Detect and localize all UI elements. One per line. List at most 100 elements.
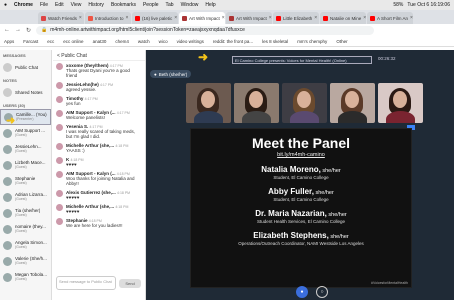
bookmark-item[interactable]: wico bbox=[159, 39, 168, 44]
close-tab-icon[interactable]: × bbox=[363, 15, 366, 21]
battery-status[interactable]: 58% bbox=[393, 2, 403, 8]
message-body: Yesenia S. 4:17 PM I was really scared of… bbox=[66, 124, 142, 139]
webcam-tile[interactable] bbox=[378, 83, 423, 123]
close-tab-icon[interactable]: × bbox=[79, 15, 82, 21]
panelist-name: Dr. Maria Nazarian, she/her bbox=[255, 209, 347, 218]
browser-tab-active[interactable]: Art With Impact × bbox=[179, 12, 225, 24]
user-badge[interactable]: ● Beth (she/her) bbox=[150, 70, 192, 78]
message-time: 4:17 PM bbox=[116, 111, 130, 115]
webcam-tile[interactable] bbox=[186, 83, 231, 123]
user-list-item[interactable]: Stephanie (Guest) bbox=[0, 173, 51, 189]
menu-people[interactable]: People bbox=[143, 2, 159, 8]
person-body bbox=[386, 111, 415, 123]
clock[interactable]: Tue Oct 6 16:19:06 bbox=[407, 2, 450, 8]
user-list-item[interactable]: Megan Tobola... (Guest) bbox=[0, 269, 51, 285]
slide-link[interactable]: bit.ly/m4mh-camino bbox=[191, 152, 411, 158]
user-list-item[interactable]: AIM Support ... (Guest) bbox=[0, 125, 51, 141]
person-body bbox=[242, 111, 271, 123]
close-tab-icon[interactable]: × bbox=[269, 15, 272, 21]
browser-tab[interactable]: Natalie on Mine × bbox=[320, 12, 366, 24]
favicon-icon bbox=[182, 15, 187, 21]
user-list-item[interactable]: Angela Simon... (Guest) bbox=[0, 237, 51, 253]
user-role: (Guest) bbox=[15, 229, 27, 233]
bookmark-item[interactable]: mm's chemphy bbox=[297, 39, 327, 44]
back-icon[interactable]: ← bbox=[4, 27, 10, 33]
presentation-area: ● Beth (she/her) El Camino College presen… bbox=[146, 50, 454, 300]
browser-tab[interactable]: Little Elizabeth × bbox=[273, 12, 319, 24]
browser-tab[interactable]: A Short Film An × bbox=[367, 12, 413, 24]
forward-icon[interactable]: → bbox=[15, 27, 21, 33]
browser-tab[interactable]: Watch Friends × bbox=[38, 12, 84, 24]
webcam-tile[interactable] bbox=[234, 83, 279, 123]
bookmark-item[interactable]: Farcast bbox=[23, 39, 38, 44]
bookmark-item[interactable]: anat30 bbox=[93, 39, 107, 44]
message-time: 4:18 PM bbox=[115, 144, 129, 148]
shared-notes-item[interactable]: Shared Notes bbox=[0, 84, 51, 100]
chat-message: Michelle Arthur (she,... 4:18 PM YAASS :) bbox=[53, 141, 145, 155]
lock-icon: 🔒 bbox=[41, 27, 48, 33]
user-list-item[interactable]: Adrian Lizarra... (Guest) bbox=[0, 189, 51, 205]
browser-tab[interactable]: Art With Impact × bbox=[226, 12, 272, 24]
bookmark-item[interactable]: reddit: the front pa... bbox=[213, 39, 253, 44]
bookmark-item[interactable]: les 8 skeletal bbox=[262, 39, 288, 44]
close-tab-icon[interactable]: × bbox=[222, 15, 225, 21]
panelist-role: Student, El Camino College bbox=[273, 175, 329, 180]
menu-bookmarks[interactable]: Bookmarks bbox=[111, 2, 136, 8]
user-list-item[interactable]: Lizbeth Mace... (Guest) bbox=[0, 157, 51, 173]
chat-input[interactable]: Send message to Public Chat bbox=[56, 276, 116, 290]
user-list-item[interactable]: Valerie (She/h... (Guest) bbox=[0, 253, 51, 269]
menu-edit[interactable]: Edit bbox=[55, 2, 64, 8]
bookmark-item[interactable]: Other bbox=[336, 39, 347, 44]
menu-help[interactable]: Help bbox=[205, 2, 215, 8]
bookmark-item[interactable]: ecc online bbox=[63, 39, 83, 44]
reload-icon[interactable]: ↻ bbox=[26, 27, 31, 34]
menu-window[interactable]: Window bbox=[181, 2, 199, 8]
apple-icon[interactable]: ● bbox=[4, 2, 7, 8]
bookmark-item[interactable]: ecc bbox=[47, 39, 54, 44]
leave-audio-button[interactable]: ○ bbox=[316, 286, 328, 298]
app-name[interactable]: Chrome bbox=[14, 2, 33, 8]
session-title[interactable]: El Camino College presents: Voices for M… bbox=[232, 56, 372, 64]
bookmark-item[interactable]: watch bbox=[138, 39, 150, 44]
user-list-item[interactable]: JessieLehn... (Guest) bbox=[0, 141, 51, 157]
bookmark-item[interactable]: chem4 bbox=[115, 39, 129, 44]
favicon-icon bbox=[276, 15, 281, 21]
tab-label: Art With Impact bbox=[236, 15, 267, 21]
browser-tab[interactable]: Introduction to × bbox=[85, 12, 131, 24]
avatar bbox=[56, 204, 63, 211]
close-tab-icon[interactable]: × bbox=[410, 15, 413, 21]
webcam-tile[interactable] bbox=[282, 83, 327, 123]
user-name: AIM Support ... (Guest) bbox=[15, 128, 46, 137]
avatar bbox=[3, 128, 12, 138]
user-list-item[interactable]: nomaire (they... (Guest) bbox=[0, 221, 51, 237]
user-role: (Guest) bbox=[15, 165, 27, 169]
person-face bbox=[345, 91, 359, 108]
bookmark-item[interactable]: video writings bbox=[177, 39, 204, 44]
panelist-role: Student, El Camino College bbox=[273, 197, 329, 202]
mic-button[interactable]: ● bbox=[296, 286, 308, 298]
chat-header[interactable]: < Public Chat bbox=[53, 50, 145, 61]
menu-history[interactable]: History bbox=[88, 2, 104, 8]
menu-file[interactable]: File bbox=[40, 2, 48, 8]
user-role: (Presenter) bbox=[16, 117, 34, 121]
user-list-item[interactable]: Tia (she/her) (Guest) bbox=[0, 205, 51, 221]
chat-message: Stephanie 4:18 PM We are here for you lad… bbox=[53, 216, 145, 230]
url-field[interactable]: 🔒 m4mh-online.artwithimpact.org/html5clie… bbox=[36, 25, 374, 35]
message-text: ♥♥♥♥♥ bbox=[66, 209, 80, 214]
public-chat-item[interactable]: Public Chat bbox=[0, 59, 51, 75]
close-tab-icon[interactable]: × bbox=[126, 15, 129, 21]
slide-title: Meet the Panel bbox=[251, 135, 351, 151]
avatar bbox=[56, 82, 63, 89]
close-tab-icon[interactable]: × bbox=[174, 15, 177, 21]
bookmark-item[interactable]: Apps bbox=[4, 39, 14, 44]
browser-tab[interactable]: (16) live paletic × bbox=[132, 12, 178, 24]
menu-view[interactable]: View bbox=[71, 2, 82, 8]
notes-heading: NOTES bbox=[3, 78, 17, 83]
webcam-tile[interactable] bbox=[330, 83, 375, 123]
panelist-pronouns: she/her bbox=[313, 190, 334, 196]
close-tab-icon[interactable]: × bbox=[314, 15, 317, 21]
user-role: (Guest) bbox=[15, 261, 27, 265]
user-name: Camille... (You) (Presenter) bbox=[16, 112, 47, 121]
send-button[interactable]: Send bbox=[119, 279, 141, 288]
menu-tab[interactable]: Tab bbox=[166, 2, 174, 8]
